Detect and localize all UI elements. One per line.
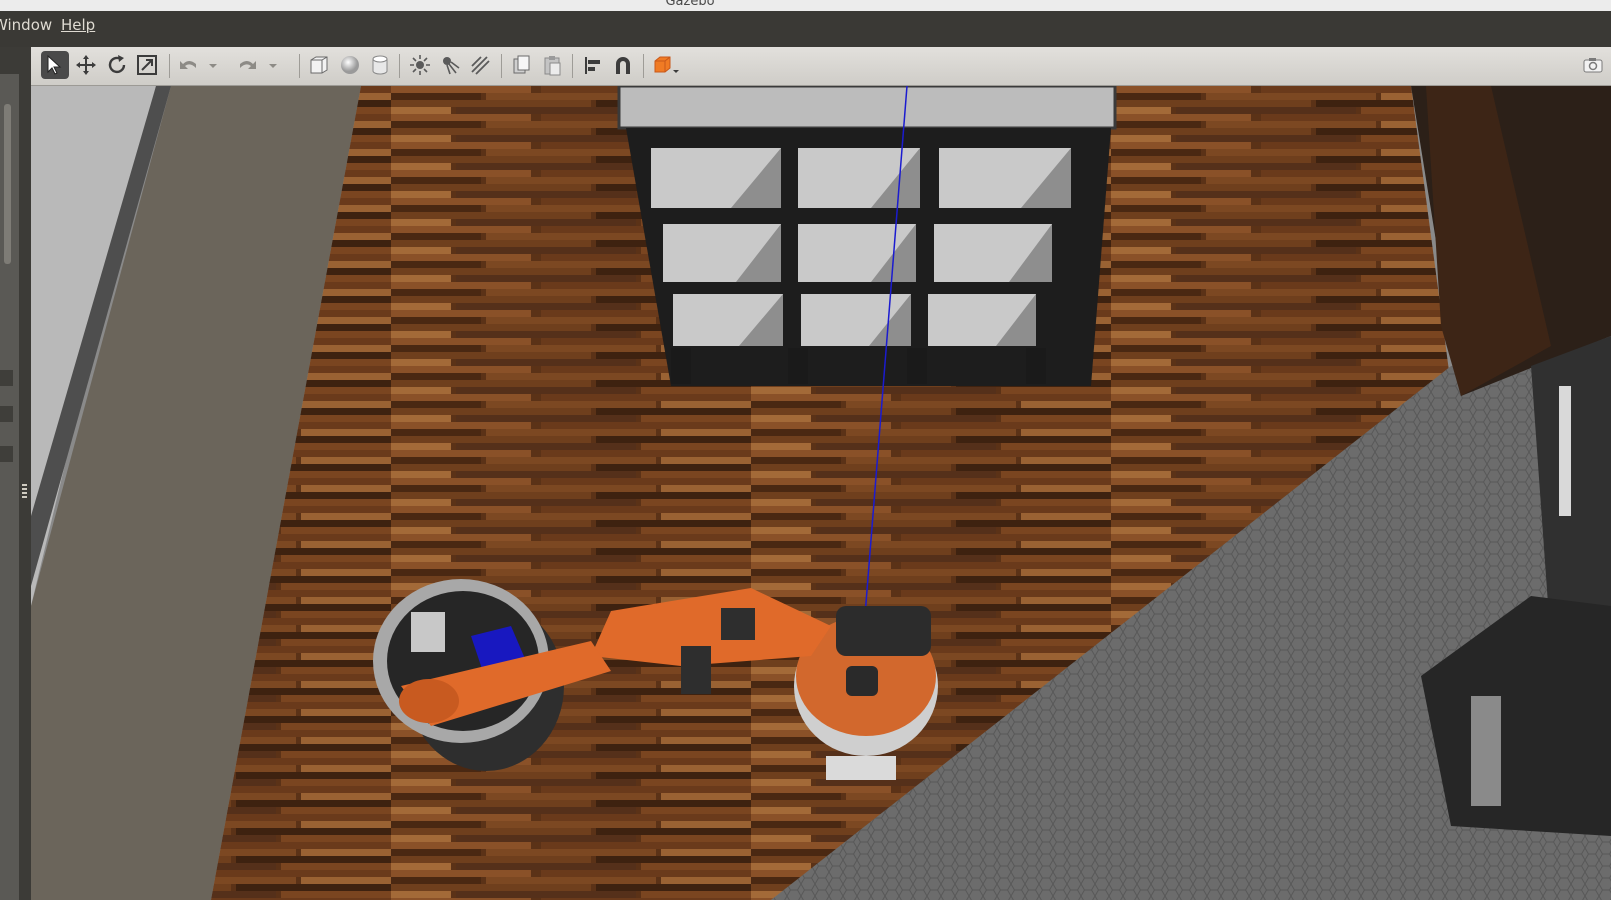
view-cube-icon bbox=[654, 56, 679, 73]
left-panel bbox=[0, 74, 20, 900]
scene-render bbox=[31, 86, 1611, 900]
splitter-grip-icon bbox=[22, 484, 27, 500]
scale-mode-button[interactable] bbox=[133, 51, 161, 79]
rotate-mode-button[interactable] bbox=[103, 51, 131, 79]
arrow-cursor-icon bbox=[47, 54, 62, 75]
menu-bar: Window Help bbox=[0, 11, 1611, 47]
toolbar-separator bbox=[572, 54, 573, 78]
panel-splitter[interactable] bbox=[19, 74, 31, 900]
align-button[interactable] bbox=[579, 51, 607, 79]
box-shape-button[interactable] bbox=[305, 51, 333, 79]
align-icon bbox=[585, 57, 600, 74]
menu-window[interactable]: Window bbox=[0, 16, 52, 34]
cabinet-panel bbox=[1559, 386, 1571, 516]
undo-history-button[interactable] bbox=[205, 51, 221, 79]
sphere-shape-button[interactable] bbox=[336, 51, 364, 79]
toolbar-separator bbox=[299, 54, 300, 78]
select-mode-button[interactable] bbox=[41, 51, 69, 79]
menu-help-label: Help bbox=[61, 16, 96, 34]
change-view-button[interactable] bbox=[649, 51, 683, 79]
toolbar-separator bbox=[643, 54, 644, 78]
undo-icon bbox=[180, 61, 196, 69]
paste-button[interactable] bbox=[538, 51, 566, 79]
redo-history-button[interactable] bbox=[265, 51, 281, 79]
screenshot-button[interactable] bbox=[1576, 51, 1610, 79]
3d-viewport[interactable] bbox=[31, 86, 1611, 900]
left-panel-scrollbar[interactable] bbox=[4, 104, 11, 264]
magnet-icon bbox=[616, 57, 630, 74]
paste-icon bbox=[544, 56, 561, 76]
left-panel-item[interactable] bbox=[0, 406, 13, 422]
sphere-icon bbox=[341, 56, 359, 74]
cylinder-icon bbox=[372, 55, 388, 75]
toolbar-separator bbox=[169, 54, 170, 78]
cylinder-shape-button[interactable] bbox=[366, 51, 394, 79]
left-panel-item[interactable] bbox=[0, 446, 13, 462]
rotate-icon bbox=[108, 55, 126, 74]
point-light-icon bbox=[410, 55, 430, 75]
chevron-down-icon bbox=[269, 64, 277, 68]
spot-light-icon bbox=[443, 57, 460, 75]
box-icon bbox=[310, 56, 328, 74]
translate-mode-button[interactable] bbox=[72, 51, 100, 79]
point-light-button[interactable] bbox=[406, 51, 434, 79]
snap-button[interactable] bbox=[609, 51, 637, 79]
directional-light-icon bbox=[471, 56, 490, 75]
shelf-unit bbox=[617, 86, 1117, 386]
window-title: Gazebo bbox=[665, 0, 715, 9]
scale-icon bbox=[137, 55, 157, 75]
redo-icon bbox=[240, 61, 256, 69]
toolbar bbox=[31, 47, 1611, 86]
copy-button[interactable] bbox=[508, 51, 536, 79]
menu-help[interactable]: Help bbox=[61, 16, 95, 34]
toolbar-separator bbox=[501, 54, 502, 78]
directional-light-button[interactable] bbox=[466, 51, 494, 79]
spot-light-button[interactable] bbox=[436, 51, 464, 79]
left-panel-item[interactable] bbox=[0, 370, 13, 386]
camera-icon bbox=[1583, 58, 1603, 73]
redo-button[interactable] bbox=[233, 51, 261, 79]
cabinet-handle bbox=[1471, 696, 1501, 806]
chevron-down-icon bbox=[209, 64, 217, 68]
copy-icon bbox=[513, 55, 530, 74]
toolbar-separator bbox=[399, 54, 400, 78]
undo-button[interactable] bbox=[175, 51, 203, 79]
move-arrows-icon bbox=[76, 55, 96, 75]
title-bar: Gazebo bbox=[0, 0, 1611, 11]
